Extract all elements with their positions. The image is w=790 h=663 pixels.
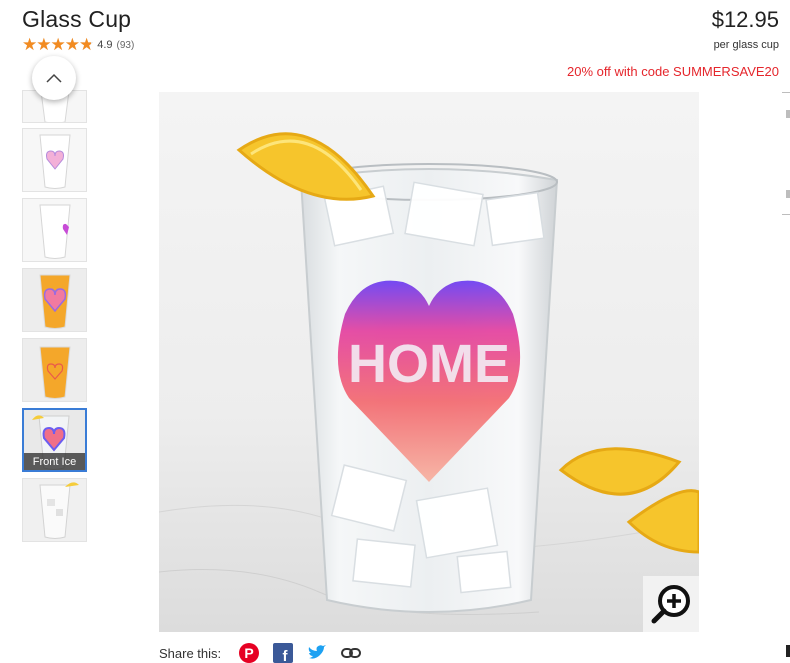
share-label: Share this: (159, 645, 222, 661)
glass-print-text: HOME (348, 334, 510, 394)
thumbnail-image (23, 129, 86, 191)
edge-divider (782, 214, 790, 215)
pinterest-icon[interactable]: P (239, 643, 260, 663)
price-unit: per glass cup (713, 39, 779, 51)
gallery-thumbnail-7[interactable] (22, 478, 87, 542)
share-bar: Share this: P f (159, 643, 362, 663)
thumbnail-caption: Front Ice (24, 453, 85, 470)
gallery-thumbnail-3[interactable] (22, 198, 87, 262)
twitter-icon[interactable] (307, 644, 327, 662)
rating-summary[interactable]: ★★★★★ ★★★★★ 4.9 (93) (22, 35, 135, 54)
zoom-in-icon (651, 585, 690, 624)
thumbnail-image (23, 199, 86, 261)
product-title: Glass Cup (22, 6, 132, 32)
zoom-button[interactable] (643, 576, 699, 632)
promo-text: 20% off with code SUMMERSAVE20 (567, 64, 779, 79)
gallery-thumbnail-2[interactable] (22, 128, 87, 192)
thumbnail-image (23, 479, 86, 541)
review-count[interactable]: (93) (117, 40, 135, 51)
edge-fragment (786, 645, 790, 657)
gallery-scroll-up-button[interactable] (32, 56, 76, 100)
edge-divider (782, 92, 790, 93)
chevron-up-icon (46, 73, 62, 83)
thumbnail-image (23, 339, 86, 401)
star-rating-fill: ★★★★★ (22, 37, 92, 53)
glass-cup-photo: HOME (159, 92, 699, 632)
link-icon[interactable] (341, 646, 362, 660)
product-price: $12.95 (711, 7, 779, 32)
main-product-image[interactable]: HOME (159, 92, 699, 632)
thumbnail-image (23, 269, 86, 331)
edge-fragment (786, 110, 790, 118)
edge-fragment (786, 190, 790, 198)
star-rating: ★★★★★ ★★★★★ (22, 35, 94, 54)
rating-value: 4.9 (97, 39, 113, 51)
facebook-icon[interactable]: f (273, 643, 294, 663)
gallery-thumbnail-5[interactable] (22, 338, 87, 402)
gallery-thumbnail-6[interactable]: Front Ice (22, 408, 87, 472)
gallery-thumbnail-4[interactable] (22, 268, 87, 332)
